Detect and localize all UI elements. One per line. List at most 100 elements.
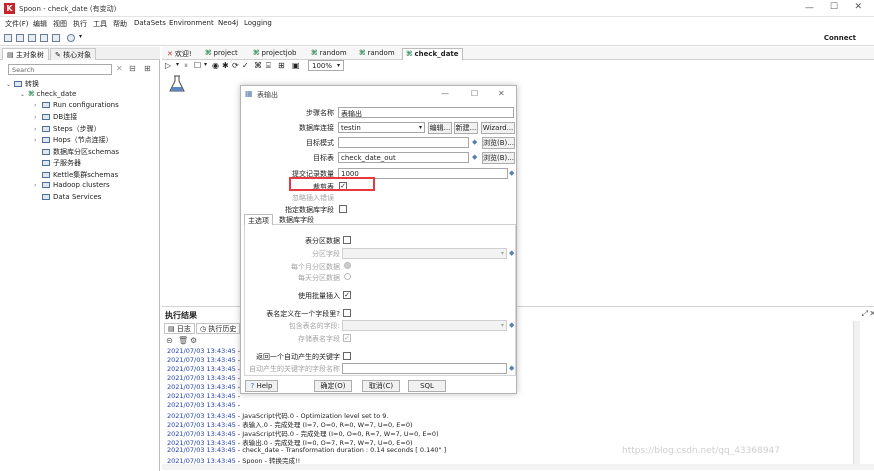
store-tablename-checkbox[interactable]: ✓ <box>343 334 351 342</box>
tree-item-data-services[interactable]: Data Services <box>34 193 101 201</box>
dialog-close-icon[interactable]: ✕ <box>498 89 505 98</box>
per-day-radio[interactable] <box>344 273 351 280</box>
tree-item-partition-schemas[interactable]: 数据库分区schemas <box>34 147 119 157</box>
edit-connection-button[interactable]: 编辑... <box>428 122 452 134</box>
search-input[interactable]: Search <box>8 64 112 75</box>
run-options-chevron-icon[interactable]: ▾ <box>176 61 179 68</box>
sql-icon[interactable]: ⌸ <box>266 61 271 71</box>
explore-db-icon[interactable]: ⊞ <box>278 61 285 70</box>
dialog-maximize-icon[interactable]: ☐ <box>471 89 478 98</box>
save-icon[interactable] <box>40 34 48 42</box>
replay-icon[interactable]: ⟳ <box>232 61 239 70</box>
tab-main-tree[interactable]: ▤ 主对象树 <box>2 48 49 60</box>
menu-tools[interactable]: 工具 <box>93 19 107 29</box>
tab-project[interactable]: ⌘ project <box>202 48 241 60</box>
ok-button[interactable]: 确定(O) <box>314 380 352 392</box>
connect-button[interactable]: Connect <box>824 34 856 42</box>
menu-run[interactable]: 执行 <box>73 19 87 29</box>
tab-random-1[interactable]: ⌘ random <box>308 48 350 60</box>
menu-edit[interactable]: 编辑 <box>33 19 47 29</box>
menu-file[interactable]: 文件(F) <box>5 19 29 29</box>
variable-icon: ◆ <box>509 249 515 257</box>
partition-field-select[interactable]: ▾ <box>342 248 507 259</box>
tree-item-cluster-schemas[interactable]: Kettle集群schemas <box>34 170 118 180</box>
tablename-field-select[interactable]: ▾ <box>342 320 507 331</box>
batch-insert-checkbox[interactable]: ✓ <box>343 291 351 299</box>
pause-icon[interactable]: ⏸ <box>184 61 188 71</box>
close-panel-icon[interactable]: ✕ <box>869 309 874 318</box>
target-table-input[interactable]: check_date_out <box>338 152 469 163</box>
menu-neo4j[interactable]: Neo4j <box>218 19 238 27</box>
return-key-checkbox[interactable] <box>343 352 351 360</box>
log-settings-icon[interactable]: ⚙ <box>190 336 197 345</box>
window-title: Spoon - check_date (有变动) <box>19 5 117 13</box>
sql-button[interactable]: SQL <box>408 380 446 392</box>
tree-item-slave-servers[interactable]: 子服务器 <box>34 158 81 168</box>
collapse-all-icon[interactable]: ⊟ <box>129 64 136 73</box>
tree-root[interactable]: ⌄ 转换 <box>6 79 39 89</box>
menu-view[interactable]: 视图 <box>53 19 67 29</box>
auto-key-field-input[interactable] <box>342 363 507 374</box>
help-button[interactable]: ? Help <box>245 380 278 392</box>
wizard-button[interactable]: Wizard... <box>481 122 515 134</box>
partition-checkbox[interactable] <box>343 236 351 244</box>
tree-item-run-configurations[interactable]: › Run configurations <box>34 101 119 109</box>
impact-icon[interactable]: ⌘ <box>254 61 262 70</box>
tree-item-hops[interactable]: › Hops（节点连接） <box>34 135 113 145</box>
menu-help[interactable]: 帮助 <box>113 19 127 29</box>
maximize-icon[interactable]: ☐ <box>830 2 838 12</box>
clear-log-icon[interactable]: ⊝ <box>166 336 173 345</box>
delete-log-icon[interactable]: 🗑 <box>178 336 188 345</box>
open-file-icon[interactable] <box>16 34 24 42</box>
maximize-panel-icon[interactable]: ⤢ <box>862 309 868 319</box>
explore-icon[interactable] <box>28 34 36 42</box>
tab-random-2[interactable]: ⌘ random <box>356 48 398 60</box>
log-timestamp: 2021/07/03 13:43:45 <box>167 347 236 355</box>
stop-icon[interactable]: ☐ <box>194 61 201 70</box>
browse-schema-button[interactable]: 浏览(B)... <box>482 137 515 149</box>
tree-check-date[interactable]: ⌄ ⌘ check_date <box>20 90 76 98</box>
tab-log[interactable]: ▤ 日志 <box>164 323 195 334</box>
menu-datasets[interactable]: DataSets <box>134 19 166 27</box>
tab-main-tree-label: 主对象树 <box>15 51 44 59</box>
minimize-icon[interactable]: — <box>805 3 814 13</box>
run-icon[interactable]: ▷ <box>165 61 171 70</box>
close-icon[interactable]: ✕ <box>854 2 862 12</box>
menu-environment[interactable]: Environment <box>169 19 214 27</box>
new-file-icon[interactable] <box>4 34 12 42</box>
tab-projectjob[interactable]: ⌘ projectjob <box>250 48 299 60</box>
save-as-icon[interactable] <box>52 34 60 42</box>
expand-all-icon[interactable]: ⊞ <box>144 64 151 73</box>
tablename-in-field-checkbox[interactable] <box>343 309 351 317</box>
tree-item-steps[interactable]: › Steps（步骤） <box>34 124 101 134</box>
log-scrollbar[interactable] <box>853 321 860 466</box>
tree-item-hadoop-clusters[interactable]: › Hadoop clusters <box>34 181 110 189</box>
tab-check-date[interactable]: ⌘ check_date <box>402 48 463 60</box>
new-connection-button[interactable]: 新建... <box>454 122 478 134</box>
debug-icon[interactable]: ✱ <box>222 61 229 70</box>
preview-icon[interactable]: ◉ <box>212 61 219 70</box>
horizontal-scrollbar[interactable] <box>162 464 874 470</box>
cancel-button[interactable]: 取消(C) <box>362 380 400 392</box>
tab-main-options[interactable]: 主选项 <box>244 214 273 225</box>
tab-welcome[interactable]: ✕ 欢迎! <box>164 48 195 60</box>
per-month-radio[interactable] <box>344 262 351 269</box>
zoom-select[interactable]: 100% ▾ <box>308 60 344 71</box>
tab-core-objects[interactable]: ✎ 核心对象 <box>50 48 97 60</box>
specify-fields-checkbox[interactable] <box>339 205 347 213</box>
menu-logging[interactable]: Logging <box>244 19 272 27</box>
verify-icon[interactable]: ✓ <box>242 61 249 70</box>
tree-item-db-connections[interactable]: › DB连接 <box>34 112 77 122</box>
stop-options-chevron-icon[interactable]: ▾ <box>204 61 207 68</box>
target-schema-input[interactable] <box>338 137 469 148</box>
tab-database-fields[interactable]: 数据库字段 <box>276 214 317 225</box>
browse-table-button[interactable]: 浏览(B)... <box>482 152 515 164</box>
chevron-down-icon[interactable]: ▾ <box>79 33 82 40</box>
dialog-minimize-icon[interactable]: — <box>441 89 449 98</box>
db-connection-select[interactable]: testin ▾ <box>338 122 425 133</box>
tab-history[interactable]: ◷ 执行历史 <box>196 323 241 334</box>
step-name-input[interactable]: 表输出 <box>338 107 514 118</box>
show-results-icon[interactable]: ▣ <box>292 61 300 70</box>
clear-search-icon[interactable]: ✕ <box>116 64 123 73</box>
layers-icon[interactable] <box>67 34 75 42</box>
